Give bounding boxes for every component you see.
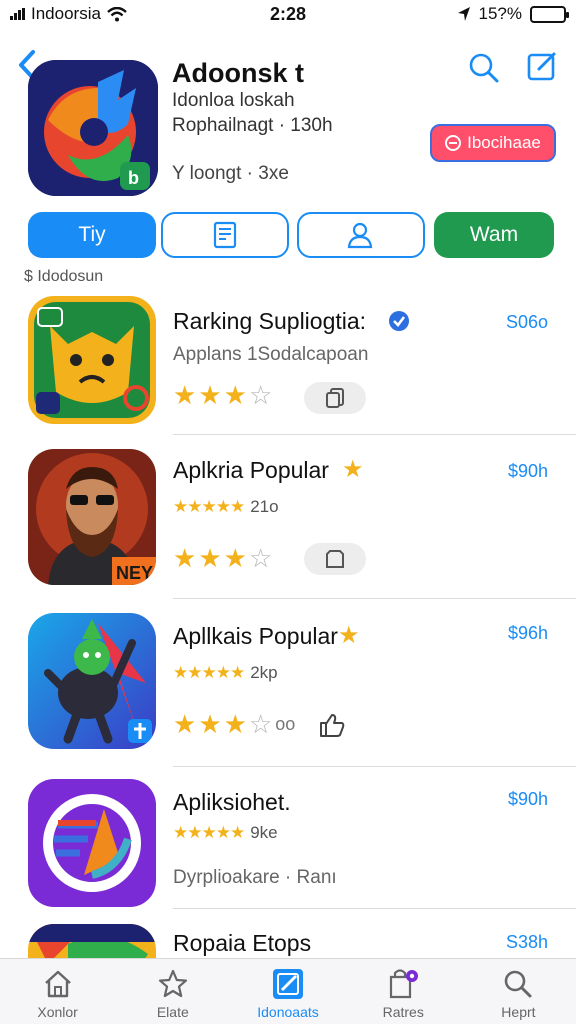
app-title: Apllkais Popular	[173, 623, 338, 649]
list-item[interactable]: Ropaia Etops S38h	[0, 924, 576, 958]
search-button[interactable]	[468, 52, 500, 84]
copy-button[interactable]	[304, 382, 366, 414]
copy-icon	[326, 388, 344, 408]
app-title: Aplkria Popular	[173, 457, 329, 483]
primary-action-button[interactable]: Tiy	[28, 212, 156, 258]
star-icon	[156, 967, 190, 1001]
share-icon	[326, 550, 344, 568]
list-item[interactable]: Apliksiohet. $90h ★★★★★ 9ke Dyrplioakare …	[0, 779, 576, 909]
list-item[interactable]: Rarking Supliogtia: S06o Applans 1Sodalc…	[0, 296, 576, 436]
app-icon	[28, 296, 156, 424]
featured-app-title: Adoonsk t	[172, 58, 304, 88]
tab-home[interactable]: Xonlor	[0, 959, 115, 1024]
star-rating: ★ ★ ★ ☆ oo	[173, 709, 296, 739]
minus-icon	[445, 135, 462, 151]
divider	[173, 766, 576, 767]
featured-app-info: Y loongt · 3xe	[172, 163, 289, 184]
tab-label: Heprt	[501, 1004, 536, 1020]
bag-icon	[386, 967, 420, 1001]
tab-favorites[interactable]: Elate	[115, 959, 230, 1024]
tab-apps[interactable]: Idonoaats	[230, 959, 345, 1024]
document-icon	[213, 221, 237, 249]
app-price: S38h	[505, 932, 548, 952]
app-icon: NEY	[28, 449, 156, 585]
location-icon	[457, 7, 470, 21]
star-badge-icon: ★	[338, 622, 360, 649]
tab-label: Idonoaats	[257, 1004, 319, 1020]
app-title: Apliksiohet.	[173, 789, 291, 815]
battery-percent: 15?%	[478, 4, 522, 23]
status-badge-button[interactable]: Ibocihaae	[430, 124, 556, 162]
section-label: $ Idodosun	[24, 268, 104, 285]
signal-icon	[10, 8, 25, 20]
app-icon	[28, 613, 156, 749]
divider	[173, 434, 576, 435]
list-item[interactable]: Apllkais Popular ★ $96h ★★★★★ 2kp ★ ★ ★ ☆ oo	[0, 613, 576, 767]
featured-app-subtitle: Idonloa loskah	[172, 90, 295, 111]
battery-icon	[530, 5, 569, 23]
profile-button[interactable]	[297, 212, 425, 258]
app-price: $96h	[507, 623, 548, 643]
app-price: $90h	[507, 789, 548, 809]
star-rating: ★ ★ ★ ☆	[173, 543, 273, 573]
status-bar: Indoorsia 2:28 15?%	[0, 0, 576, 28]
search-icon	[501, 967, 535, 1001]
wifi-icon	[107, 6, 127, 21]
app-title: Rarking Supliogtia:	[173, 308, 367, 334]
carrier-label: Indoorsia	[31, 4, 101, 23]
share-button[interactable]	[304, 543, 366, 575]
document-button[interactable]	[161, 212, 289, 258]
badge-label: Ibocihaae	[467, 133, 541, 152]
app-subtitle: Dyrplioakare · Ranı	[173, 867, 337, 888]
edit-button[interactable]	[526, 50, 558, 82]
star-badge-icon: ★	[342, 456, 364, 483]
dollar-icon: $	[24, 268, 38, 285]
featured-app-meta: Rophailnagt · 130h	[172, 115, 333, 136]
thumb-icon	[320, 714, 345, 737]
app-icon	[28, 779, 156, 907]
svg-text:b: b	[128, 168, 139, 188]
app-title: Ropaia Etops	[173, 930, 312, 956]
tab-bar: Xonlor Elate Idonoaats Ratres Heprt	[0, 958, 576, 1024]
green-action-label: Wam	[469, 223, 519, 246]
tab-label: Xonlor	[37, 1004, 78, 1020]
divider	[173, 908, 576, 909]
tab-label: Elate	[156, 1004, 189, 1020]
mini-rating: ★★★★★ 2kp	[173, 663, 278, 682]
primary-action-label: Tiy	[78, 223, 106, 246]
like-button[interactable]	[316, 709, 348, 741]
app-icon	[28, 924, 156, 958]
svg-text:NEY: NEY	[116, 563, 153, 583]
green-action-button[interactable]: Wam	[434, 212, 554, 258]
app-subtitle: Applans 1Sodalcapoan	[173, 344, 369, 365]
mini-rating: ★★★★★ 21o	[173, 497, 279, 516]
home-icon	[41, 967, 75, 1001]
apps-icon	[271, 967, 305, 1001]
verified-icon	[389, 311, 409, 331]
divider	[173, 598, 576, 599]
mini-rating: ★★★★★ 9ke	[173, 823, 278, 842]
list-item[interactable]: NEY Aplkria Popular ★ $90h ★★★★★ 21o ★ ★ ★ ☆	[0, 449, 576, 599]
tab-search[interactable]: Heprt	[461, 959, 576, 1024]
tab-label: Ratres	[382, 1004, 424, 1020]
featured-app-icon[interactable]: b	[28, 60, 158, 196]
app-price: S06o	[505, 312, 548, 332]
user-icon	[347, 222, 373, 249]
tab-purchases[interactable]: Ratres	[346, 959, 461, 1024]
star-rating: ★ ★ ★ ☆	[173, 380, 273, 410]
app-price: $90h	[507, 461, 548, 481]
